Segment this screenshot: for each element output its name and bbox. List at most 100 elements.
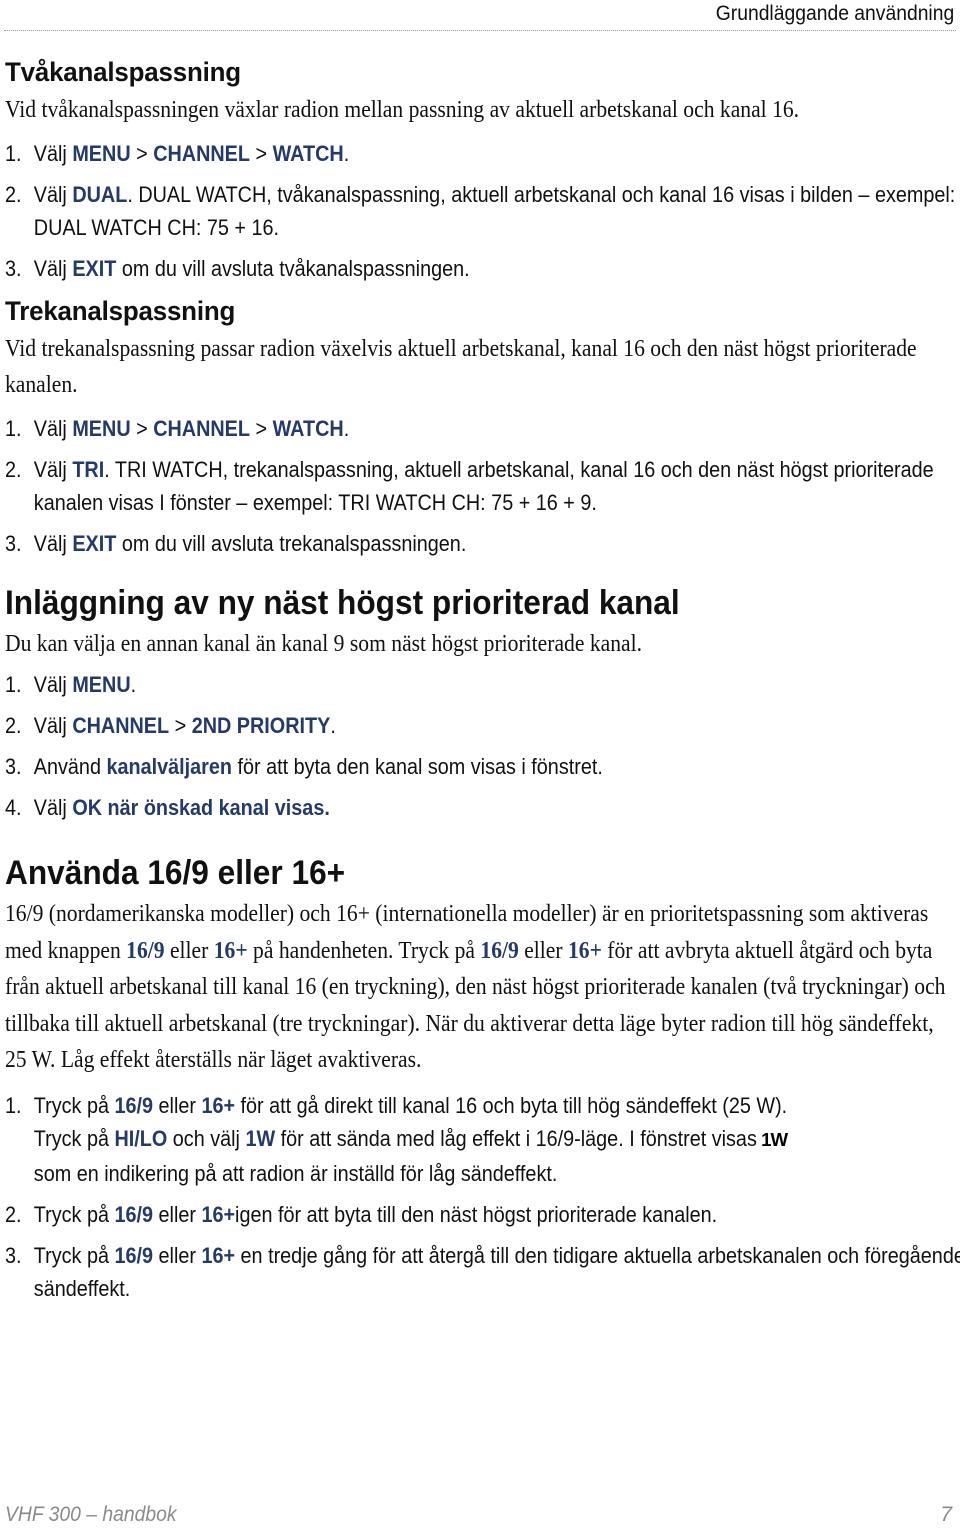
section-dual-watch: Tvåkanalspassning Vid tvåkanalspassninge… <box>5 52 957 285</box>
low-power-1w-icon: 1W <box>760 1129 788 1150</box>
section-intro: Vid trekanalspassning passar radion växe… <box>5 335 917 399</box>
step-text: Använd <box>33 754 107 779</box>
step-text: . <box>330 713 336 738</box>
tri-keyword: TRI <box>72 456 105 482</box>
step-item: 1. Välj MENU > CHANNEL > WATCH. <box>5 412 960 445</box>
step-text: Välj <box>33 140 73 166</box>
dual-keyword: DUAL <box>72 181 128 207</box>
step-text: Tryck på <box>33 1201 115 1227</box>
section-intro: 16/9 (nordamerikanska modeller) och 16+ … <box>5 896 957 1079</box>
step-text: för att gå direkt till kanal 16 och byta… <box>235 1092 788 1118</box>
step-text: om du vill avsluta trekanalspassningen. <box>116 530 467 556</box>
watch-keyword: WATCH <box>272 140 344 166</box>
intro-text: eller <box>518 937 568 964</box>
section-heading: Inläggning av ny näst högst prioriterad … <box>5 583 680 622</box>
exit-keyword: EXIT <box>72 530 117 556</box>
step-number: 2. <box>5 181 22 207</box>
channel-keyword: CHANNEL <box>72 713 170 738</box>
step-text: . <box>343 415 350 441</box>
step-item: 1. Välj MENU. <box>5 668 960 701</box>
step-item: 1. Tryck på 16/9 eller 16+ för att gå dir… <box>5 1089 960 1190</box>
step-text: eller <box>153 1201 202 1227</box>
step-item: 1. Välj MENU > CHANNEL > WATCH. <box>5 137 960 170</box>
step-number: 1. <box>5 672 22 697</box>
separator: > <box>249 415 273 441</box>
key-16-9: 16/9 <box>114 1201 154 1227</box>
step-text: Välj <box>33 795 73 820</box>
step-list: 1. Välj MENU > CHANNEL > WATCH. 2. Välj TR… <box>5 412 957 560</box>
separator: > <box>169 713 192 738</box>
section-heading: Använda 16/9 eller 16+ <box>5 854 346 892</box>
step-item: 4. Välj OK när önskad kanal visas. <box>5 791 960 824</box>
page-footer: VHF 300 – handbok 7 <box>5 1503 952 1529</box>
intro-text: 25 W. Låg effekt återställs när läget av… <box>5 1047 422 1073</box>
step-text: Välj <box>33 456 73 482</box>
second-priority-keyword: 2ND PRIORITY <box>191 713 331 738</box>
step-list: 1. Tryck på 16/9 eller 16+ för att gå dir… <box>5 1089 960 1305</box>
step-number: 3. <box>5 754 22 779</box>
intro-text: på handenheten. Tryck på <box>247 937 481 964</box>
step-text: Välj <box>33 181 73 207</box>
menu-keyword: MENU <box>72 672 131 697</box>
page-content: Tvåkanalspassning Vid tvåkanalspassninge… <box>5 52 960 1305</box>
step-list: 1. Välj MENU > CHANNEL > WATCH. 2. Välj DU… <box>5 137 957 285</box>
step-text: . <box>343 140 350 166</box>
step-text: . DUAL WATCH, tvåkanalspassning, aktuell… <box>33 181 956 240</box>
step-text: Tryck på <box>33 1125 115 1151</box>
key-16-plus: 16+ <box>201 1092 236 1118</box>
step-item: 2. Välj CHANNEL > 2ND PRIORITY. <box>5 709 960 742</box>
step-item: 3. Tryck på 16/9 eller 16+ en tredje gång… <box>5 1239 960 1305</box>
step-number: 2. <box>5 713 22 738</box>
intro-text: eller <box>164 937 214 964</box>
menu-keyword: MENU <box>72 140 131 166</box>
key-16-plus: 16+ <box>213 937 248 964</box>
section-title: Grundläggande användning <box>715 2 954 25</box>
step-text: Välj <box>33 255 73 281</box>
step-number: 1. <box>5 1092 22 1118</box>
menu-keyword: MENU <box>72 415 131 441</box>
section-tri-watch: Trekanalspassning Vid trekanalspassning … <box>5 291 957 560</box>
step-number: 3. <box>5 1242 22 1268</box>
step-item: 3. Välj EXIT om du vill avsluta tvåkanals… <box>5 252 960 285</box>
document-title: VHF 300 – handbok <box>5 1503 177 1526</box>
step-text: . TRI WATCH, trekanalspassning, aktuell … <box>33 456 934 515</box>
key-16-9: 16/9 <box>480 937 519 964</box>
step-text: Välj <box>33 672 73 697</box>
step-item: 3. Använd kanalväljaren för att byta den … <box>5 750 960 783</box>
key-16-plus: 16+ <box>201 1201 236 1227</box>
channel-keyword: CHANNEL <box>153 415 250 441</box>
section-intro: Vid tvåkanalspassningen växlar radion me… <box>5 97 800 123</box>
step-text: Välj <box>33 415 73 441</box>
step-text: eller <box>153 1092 202 1118</box>
separator: > <box>130 140 154 166</box>
step-text: Tryck på <box>33 1242 115 1268</box>
step-list: 1. Välj MENU. 2. Välj CHANNEL > 2ND PRIORI… <box>5 668 957 824</box>
ok-keyword: OK när önskad kanal visas. <box>72 795 330 820</box>
section-intro: Du kan välja en annan kanal än kanal 9 s… <box>5 630 642 657</box>
step-item: 3. Välj EXIT om du vill avsluta trekanals… <box>5 527 960 560</box>
step-number: 4. <box>5 795 22 820</box>
step-number: 1. <box>5 415 22 441</box>
section-second-priority: Inläggning av ny näst högst prioriterad … <box>5 580 957 825</box>
step-text: om du vill avsluta tvåkanalspassningen. <box>116 255 470 281</box>
step-text: för att sända med låg effekt i 16/9-läge… <box>275 1125 763 1151</box>
watch-keyword: WATCH <box>272 415 344 441</box>
section-heading: Tvåkanalspassning <box>5 57 241 87</box>
step-text: Tryck på <box>33 1092 115 1118</box>
key-1w: 1W <box>245 1125 276 1151</box>
section-heading: Trekanalspassning <box>5 295 236 326</box>
key-16-plus: 16+ <box>567 937 602 964</box>
step-number: 2. <box>5 1201 22 1227</box>
step-text: Välj <box>33 713 73 738</box>
key-16-9: 16/9 <box>114 1242 154 1268</box>
key-16-9: 16/9 <box>114 1092 154 1118</box>
step-number: 3. <box>5 530 22 556</box>
step-item: 2. Tryck på 16/9 eller 16+igen för att by… <box>5 1198 960 1231</box>
channel-keyword: CHANNEL <box>153 140 250 166</box>
step-text: Välj <box>33 530 73 556</box>
step-text: och välj <box>167 1125 246 1151</box>
page-number: 7 <box>940 1503 952 1526</box>
step-number: 1. <box>5 140 22 166</box>
section-16-9: Använda 16/9 eller 16+ 16/9 (nordamerika… <box>5 850 960 1305</box>
key-16-plus: 16+ <box>201 1242 236 1268</box>
